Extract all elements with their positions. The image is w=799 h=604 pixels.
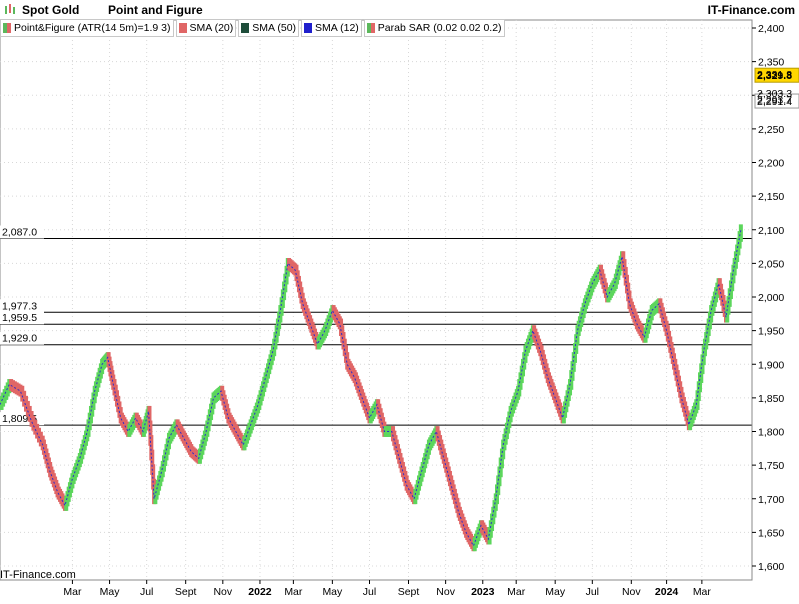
watermark: IT-Finance.com: [0, 569, 76, 581]
x-tick-label: Nov: [436, 586, 455, 598]
x-tick-label: Mar: [693, 586, 712, 598]
chart-icon: [4, 3, 18, 18]
legend-item-sma50[interactable]: SMA (50): [238, 19, 300, 37]
x-tick-label: Sept: [398, 586, 420, 598]
y-tick-label: 1,750: [758, 460, 784, 472]
y-tick-label: 2,350: [758, 57, 784, 69]
legend-swatch: [304, 23, 313, 33]
price-series: [0, 224, 743, 552]
x-tick-label: 2022: [248, 586, 272, 598]
y-tick-label: 1,850: [758, 393, 784, 405]
legend-label: SMA (12): [315, 22, 359, 34]
y-tick-label: 1,950: [758, 326, 784, 338]
faded-price-label: 2,293.7: [757, 94, 792, 106]
y-tick-label: 2,150: [758, 191, 784, 203]
right-price-labels: 2,329.82,291.42,331.32,303.32,293.7: [754, 67, 799, 109]
price-chart: 2,087.01,977.31,959.51,929.01,809.5 1,60…: [0, 19, 799, 598]
y-tick-label: 1,900: [758, 359, 784, 371]
legend-label: SMA (20): [189, 22, 234, 34]
x-tick-label: Nov: [622, 586, 641, 598]
x-tick-label: 2024: [655, 586, 679, 598]
x-tick-label: May: [100, 586, 121, 598]
legend-item-sma20[interactable]: SMA (20): [175, 19, 237, 37]
legend-item-parabolic-sar[interactable]: Parab SAR (0.02 0.02 0.2): [363, 19, 505, 37]
grid-layer: [0, 19, 753, 581]
faded-price-label: 2,331.3: [757, 69, 792, 81]
level-label: 1,929.0: [2, 333, 37, 345]
legend-swatch: [241, 23, 250, 33]
x-tick-label: Jul: [363, 586, 376, 598]
y-tick-label: 1,800: [758, 427, 784, 439]
y-tick-label: 2,200: [758, 158, 784, 170]
y-tick-label: 2,050: [758, 258, 784, 270]
y-tick-label: 1,600: [758, 561, 784, 573]
x-tick-label: Mar: [284, 586, 303, 598]
level-label: 1,959.5: [2, 312, 37, 324]
y-tick-label: 2,400: [758, 23, 784, 35]
legend-label: Parab SAR (0.02 0.02 0.2): [377, 22, 502, 34]
y-tick-label: 2,100: [758, 225, 784, 237]
x-tick-label: Mar: [63, 586, 82, 598]
x-tick-label: Jul: [140, 586, 153, 598]
legend-label: Point&Figure (ATR(14 5m)=1.9 3): [14, 22, 171, 34]
y-tick-label: 2,000: [758, 292, 784, 304]
legend-item-sma12[interactable]: SMA (12): [301, 19, 362, 37]
x-tick-label: May: [322, 586, 343, 598]
y-tick-label: 2,250: [758, 124, 784, 136]
x-tick-label: Jul: [586, 586, 599, 598]
legend-swatch: [370, 23, 375, 33]
legend: Point&Figure (ATR(14 5m)=1.9 3) SMA (20)…: [0, 19, 507, 37]
plot-frame: [0, 19, 753, 581]
x-tick-label: May: [545, 586, 566, 598]
legend-swatch: [7, 23, 11, 33]
x-tick-label: Mar: [507, 586, 526, 598]
y-tick-label: 1,700: [758, 494, 784, 506]
x-tick-label: Nov: [213, 586, 232, 598]
x-tick-label: Sept: [175, 586, 197, 598]
legend-item-point-figure[interactable]: Point&Figure (ATR(14 5m)=1.9 3): [0, 19, 174, 37]
symbol-title: Spot Gold: [22, 3, 80, 17]
level-label: 1,977.3: [2, 300, 37, 312]
x-tick-label: 2023: [471, 586, 495, 598]
level-label: 2,087.0: [2, 226, 37, 238]
legend-swatch: [178, 23, 187, 33]
chart-type-title: Point and Figure: [108, 3, 203, 17]
sma-line: [0, 229, 742, 547]
y-tick-label: 1,650: [758, 527, 784, 539]
x-axis: Mar May Jul Sept Nov 2022 Mar May Jul Sept Nov 2023…: [63, 580, 711, 598]
legend-label: SMA (50): [252, 22, 297, 34]
brand-name: IT-Finance.com: [707, 3, 795, 17]
